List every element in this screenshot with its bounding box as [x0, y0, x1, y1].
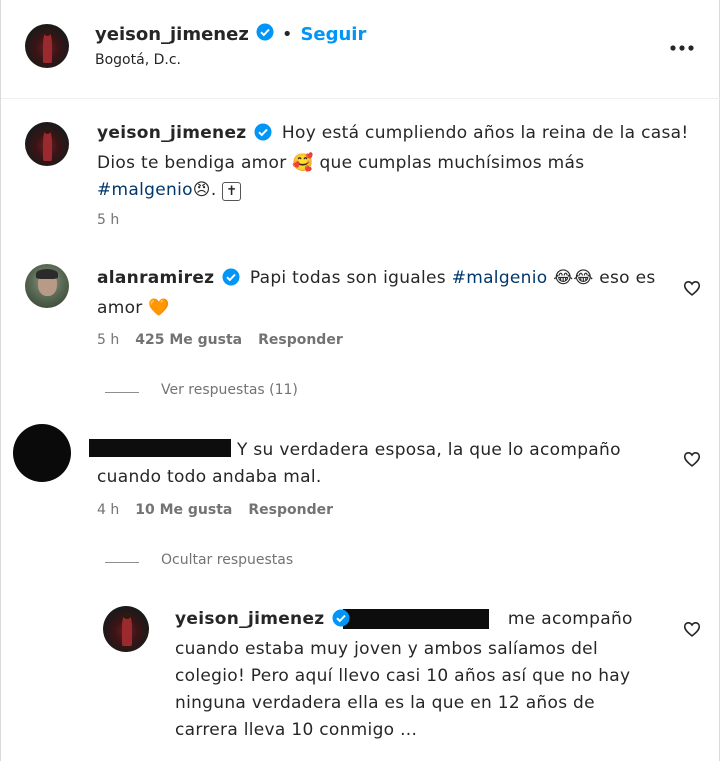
header-avatar[interactable] [25, 24, 69, 68]
header-divider [1, 98, 720, 99]
comment-1-text-1: Papi todas son iguales [249, 268, 446, 288]
cross-emoji-icon: ✝ [222, 182, 242, 201]
comment-1-hashtag[interactable]: #malgenio [452, 268, 548, 288]
comment-1-username[interactable]: alanramirez [97, 268, 214, 288]
angry-face-emoji-icon: 😠 [192, 180, 211, 200]
comment-2-meta: 4 h 10 Me gusta Responder [97, 502, 333, 518]
reply-username[interactable]: yeison_jimenez [175, 609, 324, 629]
hide-replies-button[interactable]: Ocultar respuestas [161, 552, 293, 568]
comment-2-time: 4 h [97, 502, 120, 518]
header-username-row: yeison_jimenez • Seguir [95, 22, 366, 46]
laughing-tears-emoji-icon: 😂😂 [553, 268, 594, 288]
reply-line-3: colegio! Pero aquí llevo casi 10 años as… [175, 666, 631, 686]
reply-line-5: carrera lleva 10 conmigo ... [175, 720, 418, 740]
comment-1-text-2: eso es [599, 268, 656, 288]
view-replies-line [105, 392, 139, 393]
comment-2-likes[interactable]: 10 Me gusta [135, 502, 232, 518]
comment-2-reply-button[interactable]: Responder [248, 502, 333, 518]
reply-line-2: cuando estaba muy joven y ambos salíamos… [175, 639, 598, 659]
comment-1-meta: 5 h 425 Me gusta Responder [97, 332, 343, 348]
comment-1-time: 5 h [97, 332, 120, 348]
hide-replies-line [105, 562, 139, 563]
like-comment-1-heart-icon[interactable] [683, 280, 701, 300]
orange-heart-emoji-icon: 🧡 [148, 298, 170, 318]
verified-badge-icon [222, 268, 240, 295]
verified-badge-icon [254, 123, 272, 150]
smiling-hearts-emoji-icon: 🥰 [292, 153, 314, 173]
caption-username[interactable]: yeison_jimenez [97, 123, 246, 143]
comment-1-text: alanramirez Papi todas son iguales #malg… [97, 265, 667, 322]
reply-text: yeison_jimenez me acompaño cuando estaba… [175, 606, 675, 744]
reply-line-4: ninguna verdadera ella es la que en 12 a… [175, 693, 595, 713]
caption-text-3: que cumplas muchísimos más [319, 153, 585, 173]
caption-avatar[interactable] [25, 122, 69, 166]
caption-text-1: Hoy está cumpliendo años la reina de la … [281, 123, 689, 143]
comment-avatar-hidden[interactable] [13, 424, 71, 482]
comment-avatar-alanramirez[interactable] [25, 264, 69, 308]
comment-1-text-3: amor [97, 298, 143, 318]
caption-hashtag[interactable]: #malgenio [97, 180, 193, 200]
comment-1-likes[interactable]: 425 Me gusta [135, 332, 242, 348]
header-separator: • [281, 23, 293, 45]
caption-text-4: . [210, 180, 217, 200]
follow-button[interactable]: Seguir [300, 24, 366, 45]
caption-time: 5 h [97, 212, 120, 228]
comment-2-text: Y su verdadera esposa, la que lo acompañ… [97, 437, 667, 491]
caption-text: yeison_jimenez Hoy está cumpliendo años … [97, 120, 697, 204]
view-replies-button[interactable]: Ver respuestas (11) [161, 382, 298, 398]
like-reply-heart-icon[interactable] [683, 621, 701, 641]
reply-line-1: me acompaño [507, 609, 633, 629]
comment-1-reply-button[interactable]: Responder [258, 332, 343, 348]
like-comment-2-heart-icon[interactable] [683, 451, 701, 471]
caption-text-2: Dios te bendiga amor [97, 153, 287, 173]
reply-avatar[interactable] [103, 606, 149, 652]
verified-badge-icon [256, 23, 274, 46]
verified-badge-icon [332, 609, 350, 636]
header-location[interactable]: Bogotá, D.c. [95, 52, 181, 68]
comment-2-text-1: Y su verdadera esposa, la que lo acompañ… [237, 440, 621, 460]
comment-2-text-2: cuando todo andaba mal. [97, 467, 322, 487]
post-comments-panel: yeison_jimenez • Seguir Bogotá, D.c. yei… [0, 0, 720, 761]
more-horizontal-icon[interactable] [669, 38, 695, 57]
header-username[interactable]: yeison_jimenez [95, 24, 249, 45]
